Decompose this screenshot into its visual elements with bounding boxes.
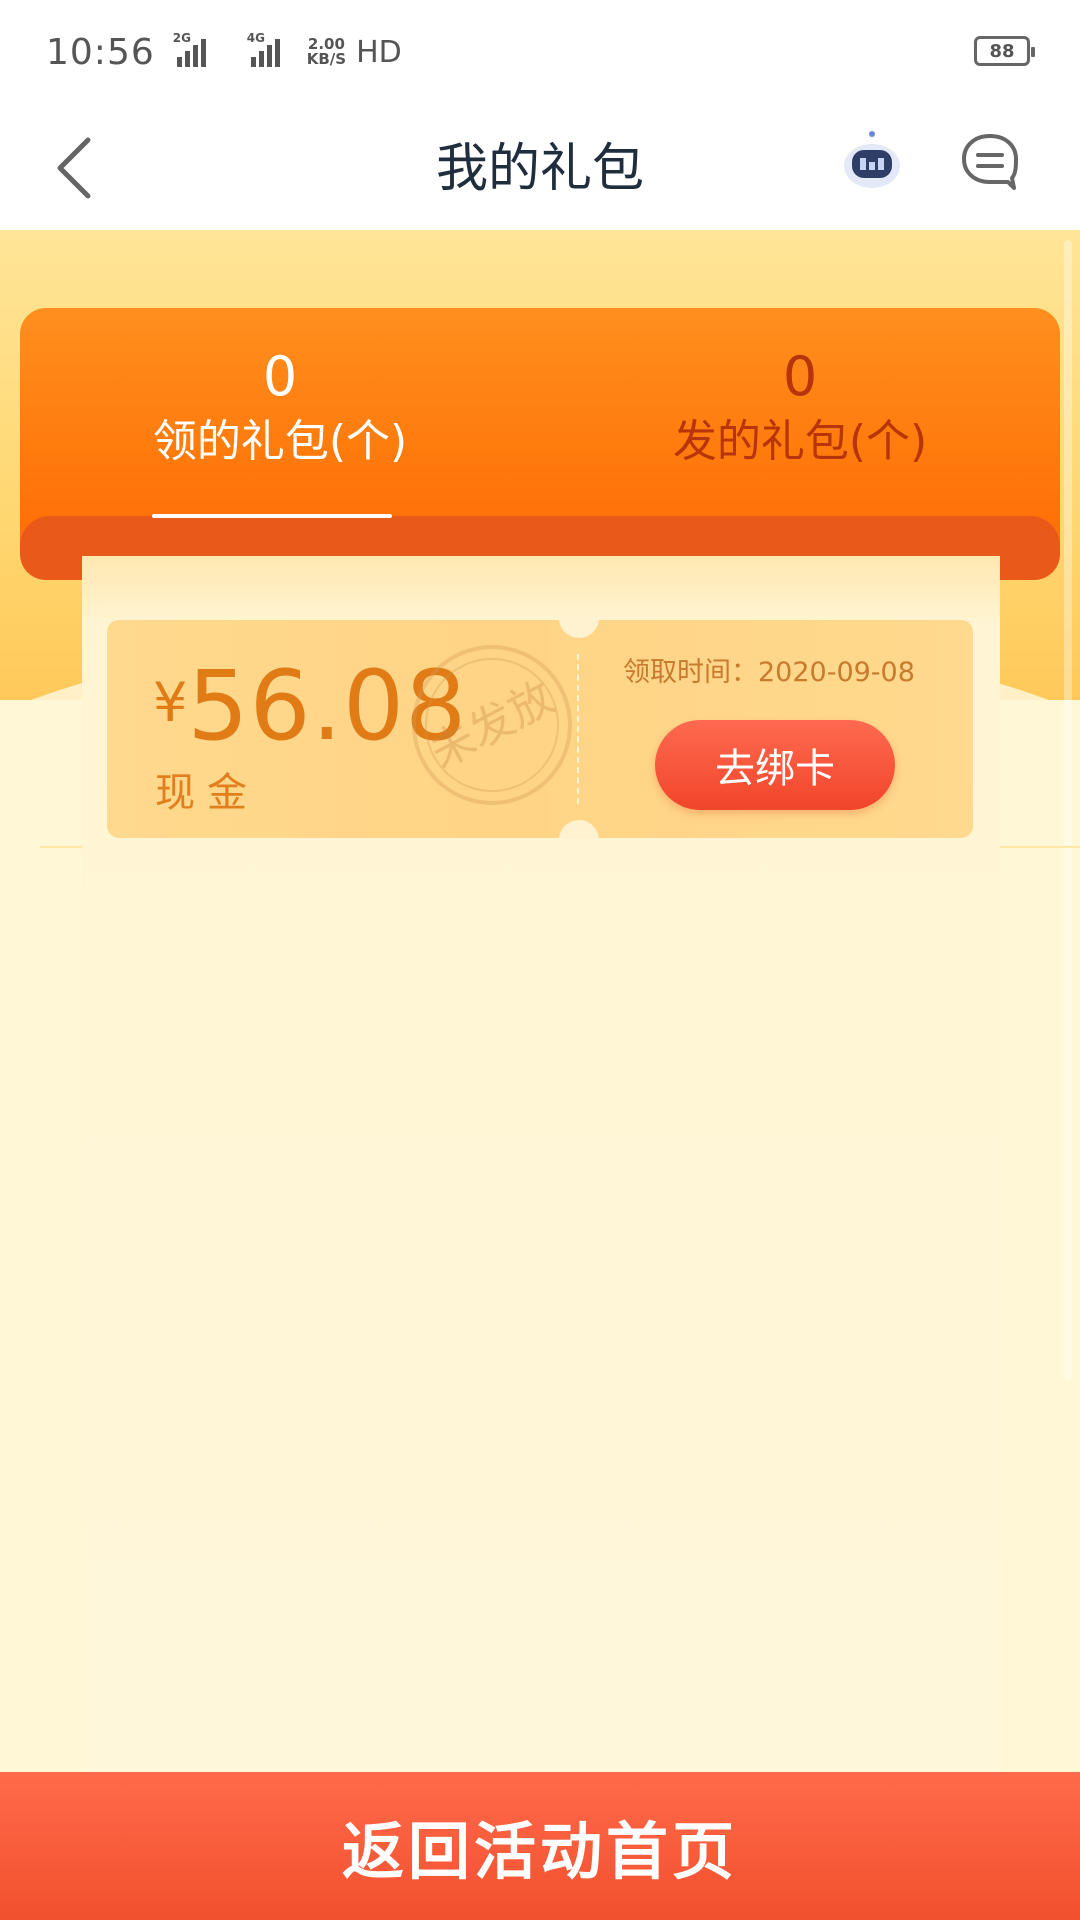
signal-2-label: 4G: [246, 31, 265, 45]
message-button[interactable]: [958, 128, 1022, 192]
battery-icon: 88: [974, 36, 1035, 66]
bind-card-button[interactable]: 去绑卡: [655, 720, 895, 810]
claim-time: 领取时间：2020-09-08: [623, 657, 915, 688]
received-label: 领的礼包(个): [152, 416, 408, 467]
currency-symbol: ¥: [153, 671, 188, 734]
status-icons: 2G 4G 2.00 KB/S HD: [169, 31, 402, 70]
scrollbar[interactable]: [1064, 240, 1072, 1380]
page-title: 我的礼包: [435, 139, 644, 199]
back-to-home-button[interactable]: 返回活动首页: [0, 1772, 1080, 1920]
nav-bar: 我的礼包: [0, 104, 1080, 230]
tab-sent-gifts[interactable]: 0 发的礼包(个): [540, 308, 1060, 518]
gift-coupon: ¥56.08 现金 未发放 领取时间：2020-09-08 去绑卡: [107, 620, 973, 838]
coupon-type-label: 现金: [155, 770, 259, 816]
net-speed-unit: KB/S: [306, 50, 347, 68]
tab-received-gifts[interactable]: 0 领的礼包(个): [20, 308, 540, 518]
coupon-notch-bottom: [559, 820, 599, 838]
active-tab-indicator: [152, 514, 392, 518]
sent-count: 0: [782, 345, 818, 408]
signal-icon: 2G: [173, 31, 215, 67]
received-count: 0: [262, 345, 298, 408]
not-issued-stamp-icon: 未发放: [412, 645, 572, 805]
net-speed: 2.00 KB/S: [307, 37, 346, 67]
hd-label: HD: [356, 34, 402, 70]
robot-assistant-button[interactable]: [840, 128, 904, 192]
signal-1-label: 2G: [172, 31, 191, 45]
status-time: 10:56: [46, 31, 155, 73]
stamp-text: 未发放: [422, 672, 562, 779]
signal-icon: 4G: [239, 31, 291, 67]
battery-level: 88: [989, 40, 1015, 62]
status-bar: 10:56 2G 4G 2.00 KB/S HD 88: [0, 0, 1080, 104]
sent-label: 发的礼包(个): [672, 416, 928, 467]
message-icon: [962, 134, 1018, 190]
summary-card: 0 领的礼包(个) 0 发的礼包(个): [20, 308, 1060, 580]
robot-assistant-icon: [844, 131, 900, 188]
